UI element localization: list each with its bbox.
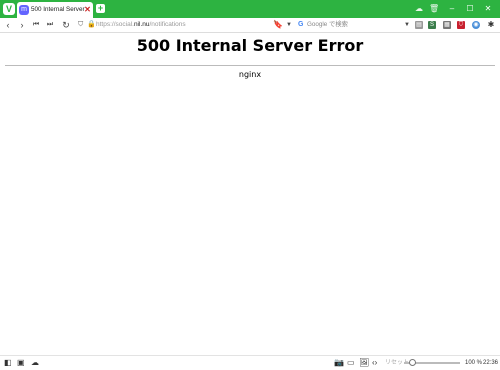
extension-icon[interactable]: ⛉ (457, 21, 465, 29)
panel-toggle-icon[interactable]: ◧ (4, 358, 12, 368)
window-close-icon[interactable]: ✕ (482, 3, 494, 15)
fast-forward-icon[interactable]: ⏭ (45, 19, 55, 31)
plus-icon[interactable]: + (96, 4, 105, 13)
title-bar: V m 500 Internal Server Error ✕ + ☁ 🗑 – … (0, 0, 500, 18)
extension-icon[interactable]: ◉ (472, 21, 480, 29)
google-icon: G (298, 21, 304, 28)
mastodon-favicon-icon: m (19, 5, 29, 15)
reload-icon[interactable]: ↻ (61, 19, 71, 31)
forward-icon[interactable]: › (17, 19, 27, 31)
extension-icon[interactable]: S (428, 21, 436, 29)
bookmark-icon[interactable]: 🔖 (273, 19, 283, 31)
lock-icon[interactable]: 🔒 (87, 21, 96, 29)
camera-icon[interactable]: 📷 (334, 358, 344, 368)
minimize-icon[interactable]: – (446, 3, 458, 15)
page-content: 500 Internal Server Error nginx (0, 33, 500, 355)
cloud-icon[interactable]: ☁ (31, 358, 39, 368)
status-bar: ◧ ▣ ☁ 📷 ▭ 🖼 ‹› リセット 100 % 22:36 (0, 355, 500, 370)
search-placeholder: Google で検索 (307, 21, 348, 28)
url-scheme: https://social. (96, 21, 134, 28)
cloud-icon[interactable]: ☁ (415, 3, 423, 15)
zoom-slider-handle[interactable] (409, 359, 416, 366)
dropdown-icon[interactable]: ▼ (284, 19, 294, 31)
divider (5, 65, 495, 66)
url-path: /notifications (149, 21, 186, 28)
vivaldi-logo-icon[interactable]: V (3, 3, 15, 15)
search-input[interactable]: G Google で検索 (296, 19, 408, 30)
rewind-icon[interactable]: ⏮ (31, 19, 41, 31)
address-bar-row: ‹ › ⏮ ⏭ ↻ ⛉ 🔒 https://social.nil.nu/noti… (0, 18, 500, 33)
page-title: 500 Internal Server Error (136, 36, 364, 55)
trash-icon[interactable]: 🗑 (429, 3, 439, 15)
shield-icon[interactable]: ⛉ (78, 21, 83, 29)
tab-title: 500 Internal Server Error (31, 6, 85, 13)
extension-icon[interactable]: ▤ (415, 21, 423, 29)
tab-active[interactable]: m 500 Internal Server Error ✕ (17, 2, 93, 18)
code-icon[interactable]: ‹› (372, 358, 377, 368)
back-icon[interactable]: ‹ (3, 19, 13, 31)
window-icon[interactable]: ▭ (347, 358, 355, 368)
server-name: nginx (238, 70, 262, 79)
close-icon[interactable]: ✕ (83, 5, 92, 14)
extensions-puzzle-icon[interactable]: ✱ (487, 21, 495, 29)
zoom-level: 100 % (465, 360, 483, 366)
url-input[interactable]: https://social.nil.nu/notifications (96, 21, 186, 29)
clock: 22:36 (483, 360, 499, 366)
extension-icon[interactable]: ▦ (443, 21, 451, 29)
search-dropdown-icon[interactable]: ▼ (402, 19, 412, 31)
window-icon[interactable]: ▣ (17, 358, 25, 368)
image-icon[interactable]: 🖼 (359, 358, 369, 368)
maximize-icon[interactable]: ☐ (464, 3, 476, 15)
url-host: nil.nu (133, 21, 150, 28)
